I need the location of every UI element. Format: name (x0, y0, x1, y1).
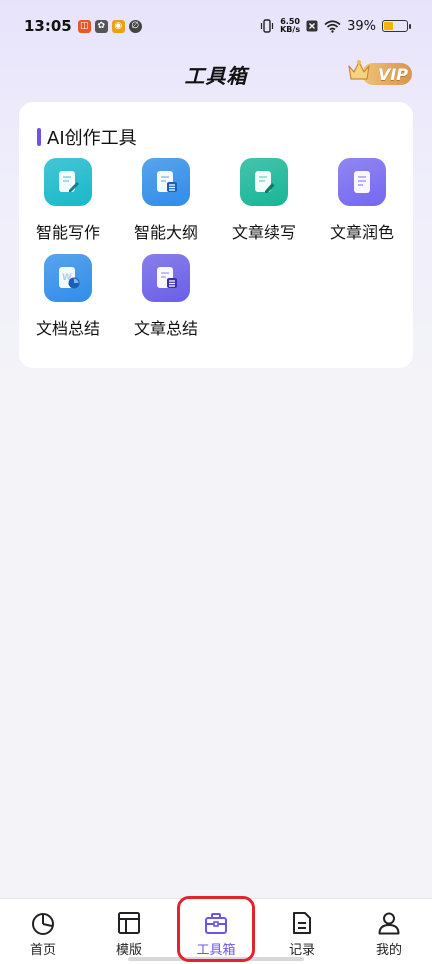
pie-chart-icon (32, 913, 54, 935)
nav-label: 首页 (29, 943, 56, 958)
bottom-nav: 首页 模版 工具箱 记录 我的 (0, 898, 432, 964)
outline-document-icon (142, 158, 190, 206)
word-summary-icon: W (44, 254, 92, 302)
toolbox-icon (205, 913, 227, 934)
tool-smart-writing[interactable]: 智能写作 (19, 158, 117, 243)
tool-label: 文章润色 (329, 223, 394, 242)
notification-app-icon: ◫ (77, 19, 91, 33)
nav-label: 我的 (375, 943, 402, 958)
ai-tools-card: AI创作工具 智能写作 智能大纲 文章续写 文章润色 W 文档总结 文章总结 (19, 102, 413, 368)
weibo-icon: ◉ (111, 19, 125, 33)
tool-document-summary[interactable]: W 文档总结 (19, 254, 117, 339)
article-summary-icon (142, 254, 190, 302)
card-title: AI创作工具 (37, 124, 137, 150)
no-sim-icon (306, 20, 318, 32)
vibrate-icon (261, 19, 274, 33)
network-speed: 6.50 KB/s (280, 18, 300, 34)
pen-document-icon (44, 158, 92, 206)
wifi-icon (324, 19, 341, 33)
tool-label: 智能写作 (35, 223, 100, 242)
vip-button[interactable]: VIP (344, 60, 412, 88)
tool-article-continue[interactable]: 文章续写 (215, 158, 313, 243)
status-notification-icons: ◫ ✿ ◉ ∅ (77, 19, 142, 33)
battery-percent: 39% (347, 18, 376, 34)
continue-writing-icon (240, 158, 288, 206)
polish-document-icon (338, 158, 386, 206)
notification-app-icon: ✿ (94, 19, 108, 33)
nav-item-toolbox[interactable]: 工具箱 (173, 899, 259, 964)
network-speed-unit: KB/s (280, 25, 301, 34)
nav-label: 工具箱 (196, 943, 236, 958)
status-system-indicators: 6.50 KB/s 39% (260, 18, 411, 34)
top-header: 工具箱 VIP (0, 52, 432, 96)
status-bar: 13:05 ◫ ✿ ◉ ∅ 6.50 KB/s 39% (0, 0, 432, 52)
record-document-icon (293, 912, 311, 934)
user-icon (378, 912, 400, 935)
tool-article-summary[interactable]: 文章总结 (117, 254, 215, 339)
notification-app-icon: ∅ (128, 19, 142, 33)
tool-label: 文章总结 (133, 319, 198, 338)
nav-item-templates[interactable]: 模版 (86, 899, 172, 964)
nav-item-home[interactable]: 首页 (0, 899, 86, 964)
nav-label: 记录 (288, 943, 315, 958)
tool-smart-outline[interactable]: 智能大纲 (117, 158, 215, 243)
template-layout-icon (118, 912, 140, 934)
nav-item-profile[interactable]: 我的 (346, 899, 432, 964)
page-title: 工具箱 (184, 63, 248, 88)
tool-label: 文档总结 (35, 319, 100, 338)
status-time: 13:05 (24, 17, 72, 35)
crown-icon (348, 60, 370, 80)
nav-label: 模版 (115, 943, 142, 958)
nav-item-records[interactable]: 记录 (259, 899, 345, 964)
battery-icon (382, 20, 411, 32)
tool-label: 文章续写 (231, 223, 296, 242)
title-accent-bar (37, 128, 41, 146)
card-title-text: AI创作工具 (47, 128, 137, 149)
home-indicator[interactable] (128, 957, 304, 961)
tool-label: 智能大纲 (133, 223, 198, 242)
tool-article-polish[interactable]: 文章润色 (313, 158, 411, 243)
